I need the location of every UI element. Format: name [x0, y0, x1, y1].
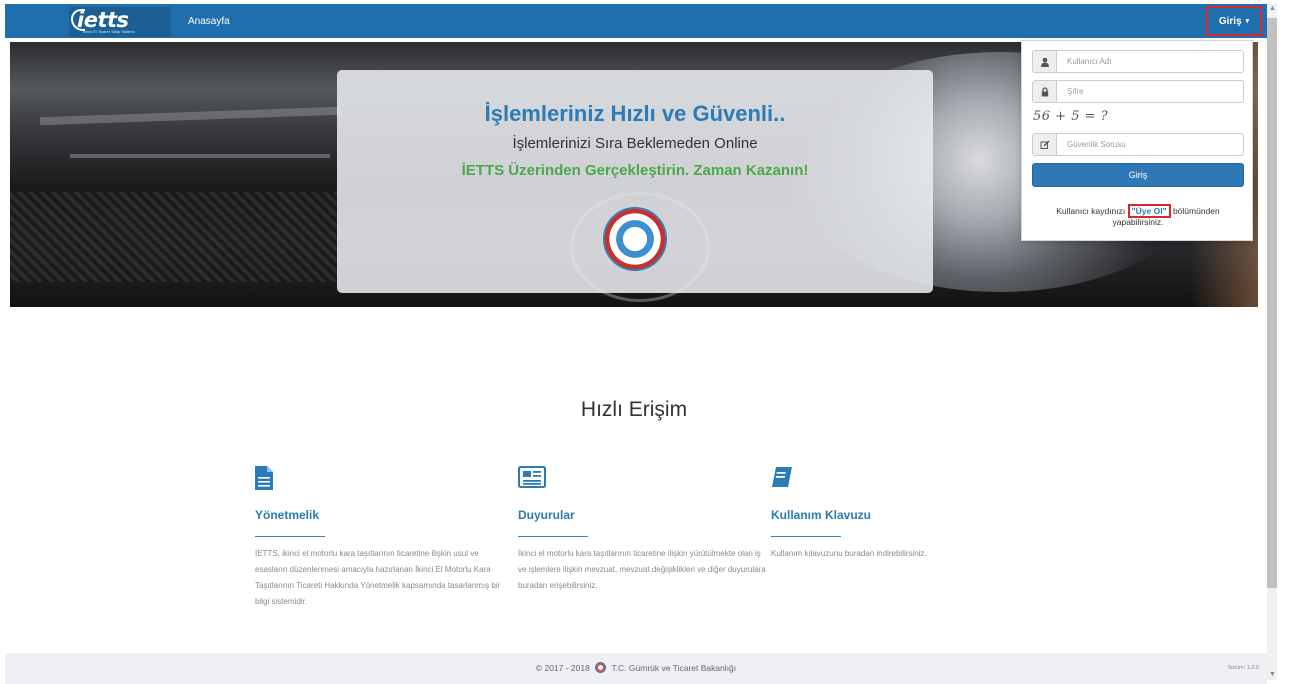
- security-question-field[interactable]: [1059, 134, 1243, 155]
- newspaper-icon: [518, 466, 548, 492]
- copyright-years: © 2017 - 2018: [535, 663, 590, 673]
- quick-access-desc: İETTS, ikinci el motorlu kara taşıtların…: [255, 549, 501, 606]
- hero-title: İşlemleriniz Hızlı ve Güvenli..: [484, 101, 786, 126]
- hero-subtitle: İşlemlerinizi Sıra Beklemeden Online: [512, 135, 758, 152]
- captcha-image: 56 + 5 = ?: [1033, 109, 1109, 124]
- book-icon: [771, 466, 801, 492]
- lock-icon: [1033, 81, 1057, 102]
- scroll-up-arrow-icon[interactable]: ▲: [1269, 5, 1276, 12]
- page-footer: © 2017 - 2018 T.C. Gümrük ve Ticaret Bak…: [5, 653, 1267, 684]
- document-icon: [255, 466, 285, 492]
- title-underline: [255, 536, 325, 537]
- user-icon: [1033, 51, 1057, 72]
- login-toggle-label: Giriş: [1218, 15, 1242, 27]
- login-dropdown-panel: 56 + 5 = ? Giriş Kullanıcı kaydınızı "Üy…: [1021, 40, 1253, 241]
- nav-link-home[interactable]: Anasayfa: [188, 16, 230, 27]
- username-field[interactable]: [1059, 51, 1243, 72]
- register-link[interactable]: "Üye Ol": [1127, 204, 1171, 218]
- username-input-group: [1032, 50, 1244, 73]
- hero-cta-text: İETTS Üzerinden Gerçekleştirin. Zaman Ka…: [461, 162, 809, 179]
- login-dropdown-toggle[interactable]: Giriş ▾: [1206, 6, 1262, 36]
- carbon-fiber-background: [10, 192, 340, 282]
- register-prefix: Kullanıcı kaydınızı: [1056, 206, 1128, 216]
- login-submit-button[interactable]: Giriş: [1032, 163, 1244, 187]
- quick-access-title: Hızlı Erişim: [580, 398, 688, 421]
- page: ietts İkinci El Ticaret Takip Sistemi An…: [0, 0, 1291, 684]
- footer-copyright: © 2017 - 2018 T.C. Gümrük ve Ticaret Bak…: [5, 662, 1267, 673]
- ministry-name: T.C. Gümrük ve Ticaret Bakanlığı: [611, 663, 737, 673]
- quick-access-name[interactable]: Yönetmelik: [255, 508, 319, 522]
- top-navbar: ietts İkinci El Ticaret Takip Sistemi An…: [5, 4, 1267, 38]
- edit-icon: [1033, 134, 1057, 155]
- quick-access-name[interactable]: Kullanım Klavuzu: [771, 508, 871, 522]
- ministry-logo-icon: [595, 662, 607, 673]
- ministry-seal-icon: [603, 207, 667, 271]
- title-underline: [518, 536, 588, 537]
- scrollbar-thumb[interactable]: [1267, 18, 1277, 588]
- title-underline: [771, 536, 841, 537]
- hero-reflection: [39, 106, 341, 126]
- scroll-down-arrow-icon[interactable]: ▼: [1269, 671, 1276, 678]
- hero-card: İşlemleriniz Hızlı ve Güvenli.. İşlemler…: [337, 70, 933, 293]
- password-field[interactable]: [1059, 81, 1243, 102]
- logo-subtitle: İkinci El Ticaret Takip Sistemi: [83, 29, 135, 34]
- version-label: Sürüm: 1.0.0: [1227, 665, 1260, 671]
- password-input-group: [1032, 80, 1244, 103]
- quick-access-name[interactable]: Duyurular: [518, 508, 575, 522]
- security-input-group: [1032, 133, 1244, 156]
- caret-down-icon: ▾: [1245, 18, 1250, 25]
- register-note: Kullanıcı kaydınızı "Üye Ol" bölümünden …: [1032, 204, 1244, 228]
- quick-access-desc: İkinci el motorlu kara taşıtlarının tica…: [518, 549, 766, 590]
- ietts-logo[interactable]: ietts İkinci El Ticaret Takip Sistemi: [69, 7, 171, 37]
- quick-access-desc: Kullanım kılavuzunu buradan indirebilirs…: [771, 549, 927, 558]
- hero-reflection: [70, 154, 330, 158]
